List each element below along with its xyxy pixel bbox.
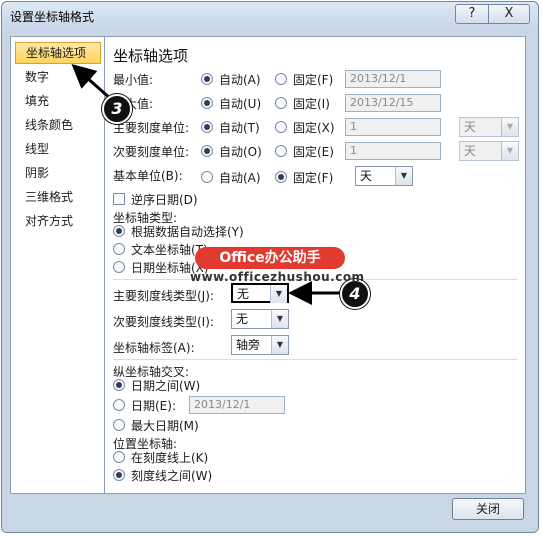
minor-tick-type-label: 次要刻度线类型(I): [113,315,214,329]
chevron-down-icon: ▼ [270,285,287,303]
position-between-tick-label: 刻度线之间(W) [131,469,213,483]
axis-labels-value: 轴旁 [236,338,261,352]
cross-at-date-label: 日期(E): [131,399,176,413]
minor-value-input[interactable]: 1 [345,142,441,160]
cross-at-date-radio[interactable] [113,399,125,411]
axis-type-auto-radio[interactable] [113,225,125,237]
nav-item-fill[interactable]: 填充 [15,91,101,111]
base-fixed-radio[interactable] [275,171,287,183]
major-unit-select[interactable]: 天 ▼ [459,117,519,137]
title-bar[interactable]: 设置坐标轴格式 ? X [2,2,538,30]
max-fixed-radio[interactable] [275,97,287,109]
chevron-down-icon: ▼ [501,118,518,136]
axis-labels-label: 坐标轴标签(A): [113,341,195,355]
nav-item-alignment[interactable]: 对齐方式 [15,211,101,231]
step-badge-3: 3 [102,94,132,124]
minor-auto-label: 自动(O) [219,145,262,159]
major-auto-radio[interactable] [201,121,213,133]
axis-type-date-radio[interactable] [113,261,125,273]
nav-item-number[interactable]: 数字 [15,67,101,87]
min-fixed-label: 固定(F) [293,73,334,87]
cross-date-input[interactable]: 2013/12/1 [189,396,285,414]
major-tick-type-label: 主要刻度线类型(J): [113,289,214,303]
min-fixed-radio[interactable] [275,73,287,85]
base-auto-label: 自动(A) [219,171,261,185]
min-label: 最小值: [113,73,154,87]
nav-item-axis-options[interactable]: 坐标轴选项 [15,42,101,64]
cross-between-dates-label: 日期之间(W) [131,379,201,393]
axis-type-text-radio[interactable] [113,243,125,255]
panel-heading: 坐标轴选项 [113,47,189,65]
max-value-input[interactable]: 2013/12/15 [345,94,441,112]
position-on-tick-radio[interactable] [113,451,125,463]
chevron-down-icon: ▼ [501,142,518,160]
minor-unit-select-value: 天 [464,144,477,158]
major-auto-label: 自动(T) [219,121,260,135]
chevron-down-icon: ▼ [271,310,288,328]
watermark-url: www.officezhushou.com [190,270,365,284]
nav-item-line-color[interactable]: 线条颜色 [15,115,101,135]
min-value-input[interactable]: 2013/12/1 [345,70,441,88]
nav-item-shadow[interactable]: 阴影 [15,163,101,183]
position-between-tick-radio[interactable] [113,469,125,481]
major-value-input[interactable]: 1 [345,118,441,136]
category-nav: 坐标轴选项 数字 填充 线条颜色 线型 阴影 三维格式 对齐方式 [10,36,106,494]
chevron-down-icon: ▼ [271,336,288,354]
axis-labels-select[interactable]: 轴旁 ▼ [231,335,289,355]
watermark-logo: Office办公助手 [195,247,345,269]
nav-item-3d-format[interactable]: 三维格式 [15,187,101,207]
minor-unit-label: 次要刻度单位: [113,145,190,159]
section-divider [113,359,517,360]
position-on-tick-label: 在刻度线上(K) [131,451,209,465]
min-auto-radio[interactable] [201,73,213,85]
minor-tick-type-select[interactable]: 无 ▼ [231,309,289,329]
window-close-button[interactable]: X [488,4,530,24]
reverse-dates-checkbox[interactable] [113,193,125,205]
cross-max-date-radio[interactable] [113,419,125,431]
major-fixed-label: 固定(X) [293,121,335,135]
close-button[interactable]: 关闭 [452,498,524,520]
cross-between-dates-radio[interactable] [113,379,125,391]
axis-type-auto-label: 根据数据自动选择(Y) [131,225,244,239]
minor-tick-type-value: 无 [236,312,249,326]
major-tick-type-select[interactable]: 无 ▼ [231,283,289,303]
base-unit-label: 基本单位(B): [113,169,183,183]
max-auto-label: 自动(U) [219,97,262,111]
base-fixed-label: 固定(F) [293,171,334,185]
base-auto-radio[interactable] [201,171,213,183]
cross-max-date-label: 最大日期(M) [131,419,199,433]
max-auto-radio[interactable] [201,97,213,109]
minor-fixed-radio[interactable] [275,145,287,157]
window-title: 设置坐标轴格式 [10,10,95,24]
reverse-dates-label: 逆序日期(D) [131,193,198,207]
major-fixed-radio[interactable] [275,121,287,133]
base-unit-select-value: 天 [360,169,373,183]
major-tick-type-value: 无 [237,287,250,301]
minor-unit-select[interactable]: 天 ▼ [459,141,519,161]
base-unit-select[interactable]: 天 ▼ [355,166,413,186]
major-unit-select-value: 天 [464,120,477,134]
help-button[interactable]: ? [455,4,489,24]
chevron-down-icon: ▼ [395,167,412,185]
minor-fixed-label: 固定(E) [293,145,334,159]
min-auto-label: 自动(A) [219,73,261,87]
nav-item-line-style[interactable]: 线型 [15,139,101,159]
max-fixed-label: 固定(I) [293,97,330,111]
minor-auto-radio[interactable] [201,145,213,157]
